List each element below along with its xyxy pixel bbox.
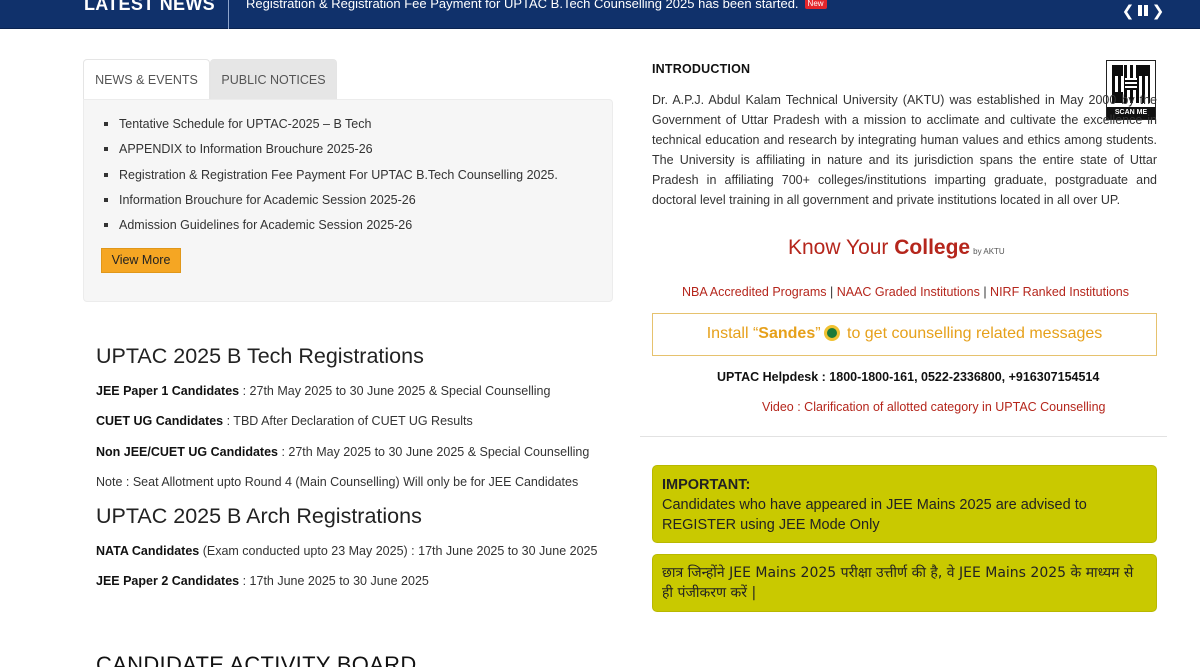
- chevron-left-icon[interactable]: ❮: [1121, 2, 1135, 20]
- row-label: CUET UG Candidates: [96, 414, 224, 428]
- row-label: NATA Candidates: [96, 544, 200, 558]
- news-item[interactable]: APPENDIX to Information Brouchure 2025-2…: [104, 139, 558, 164]
- link-separator: |: [826, 285, 837, 299]
- sandes-icon: [823, 324, 840, 341]
- divider: [640, 436, 1167, 437]
- row-value: : TBD After Declaration of CUET UG Resul…: [223, 414, 473, 428]
- chevron-right-icon[interactable]: ❯: [1151, 2, 1165, 20]
- barch-row: NATA Candidates (Exam conducted upto 23 …: [96, 544, 597, 558]
- install-pre: Install “: [706, 325, 759, 342]
- accreditation-links: NBA Accredited Programs | NAAC Graded In…: [682, 285, 1129, 299]
- btech-row: Non JEE/CUET UG Candidates : 27th May 20…: [96, 445, 589, 459]
- row-label: JEE Paper 1 Candidates: [96, 384, 240, 398]
- video-prefix: Video :: [762, 400, 805, 414]
- latest-news-label: LATEST NEWS: [84, 0, 215, 14]
- news-item[interactable]: Information Brouchure for Academic Sessi…: [104, 190, 558, 215]
- row-value: (Exam conducted upto 23 May 2025) : 17th…: [199, 544, 598, 558]
- ticker-text[interactable]: Registration & Registration Fee Payment …: [246, 0, 799, 11]
- hindi-notice: छात्र जिन्होंने JEE Mains 2025 परीक्षा उ…: [652, 554, 1157, 612]
- row-label: JEE Paper 2 Candidates: [96, 574, 240, 588]
- news-panel: Tentative Schedule for UPTAC-2025 – B Te…: [83, 99, 613, 302]
- introduction-text: Dr. A.P.J. Abdul Kalam Technical Univers…: [652, 93, 1157, 207]
- hindi-notice-text: छात्र जिन्होंने JEE Mains 2025 परीक्षा उ…: [662, 565, 1134, 601]
- nba-link[interactable]: NBA Accredited Programs: [682, 285, 827, 299]
- kyc-part2: College: [894, 236, 971, 259]
- news-list: Tentative Schedule for UPTAC-2025 – B Te…: [104, 114, 558, 240]
- ticker-controls: ❮ ❯: [1121, 2, 1165, 20]
- row-value: : 27th May 2025 to 30 June 2025 & Specia…: [239, 384, 551, 398]
- link-separator: |: [979, 285, 991, 299]
- news-item[interactable]: Tentative Schedule for UPTAC-2025 – B Te…: [104, 114, 558, 139]
- news-item[interactable]: Registration & Registration Fee Payment …: [104, 165, 558, 190]
- barch-heading: UPTAC 2025 B Arch Registrations: [96, 504, 422, 528]
- important-notice: IMPORTANT: Candidates who have appeared …: [652, 465, 1157, 543]
- kyc-by: by AKTU: [973, 247, 1005, 256]
- row-label: Non JEE/CUET UG Candidates: [96, 445, 278, 459]
- btech-row: JEE Paper 1 Candidates : 27th May 2025 t…: [96, 384, 550, 398]
- btech-heading: UPTAC 2025 B Tech Registrations: [96, 344, 424, 368]
- kyc-part1: Know Your: [788, 236, 895, 259]
- naac-link[interactable]: NAAC Graded Institutions: [837, 285, 980, 299]
- news-tabs: NEWS & EVENTS PUBLIC NOTICES: [83, 59, 337, 100]
- candidate-activity-board-heading: CANDIDATE ACTIVITY BOARD: [96, 652, 417, 667]
- introduction-title: INTRODUCTION: [652, 62, 751, 76]
- latest-news-bar: LATEST NEWS Registration & Registration …: [0, 0, 1200, 29]
- install-post: ”: [815, 325, 821, 342]
- news-ticker[interactable]: Registration & Registration Fee Payment …: [246, 0, 827, 11]
- news-item[interactable]: Admission Guidelines for Academic Sessio…: [104, 215, 558, 240]
- divider: [228, 0, 229, 29]
- new-badge: New: [804, 0, 827, 10]
- video-text[interactable]: Clarification of allotted category in UP…: [804, 400, 1105, 414]
- know-your-college-logo[interactable]: Know Your College by AKTU: [788, 236, 1005, 260]
- row-value: : 27th May 2025 to 30 June 2025 & Specia…: [277, 445, 590, 459]
- view-more-button[interactable]: View More: [101, 248, 181, 273]
- helpdesk-info: UPTAC Helpdesk : 1800-1800-161, 0522-233…: [717, 370, 1100, 384]
- important-text: Candidates who have appeared in JEE Main…: [662, 497, 1087, 533]
- row-value: : 17th June 2025 to 30 June 2025: [239, 574, 429, 588]
- btech-row: CUET UG Candidates : TBD After Declarati…: [96, 414, 473, 428]
- pause-icon[interactable]: [1137, 5, 1149, 17]
- important-title: IMPORTANT:: [662, 477, 751, 493]
- tab-public-notices[interactable]: PUBLIC NOTICES: [210, 59, 337, 100]
- install-suffix: to get counselling related messages: [842, 325, 1103, 342]
- tab-news-events[interactable]: NEWS & EVENTS: [83, 59, 210, 100]
- install-sandes-banner[interactable]: Install “Sandes” to get counselling rela…: [652, 313, 1157, 356]
- video-link[interactable]: Video : Clarification of allotted catego…: [762, 400, 1105, 414]
- nirf-link[interactable]: NIRF Ranked Institutions: [990, 285, 1129, 299]
- btech-note: Note : Seat Allotment upto Round 4 (Main…: [96, 475, 579, 489]
- barch-row: JEE Paper 2 Candidates : 17th June 2025 …: [96, 574, 429, 588]
- sandes-app-name: Sandes: [758, 325, 816, 342]
